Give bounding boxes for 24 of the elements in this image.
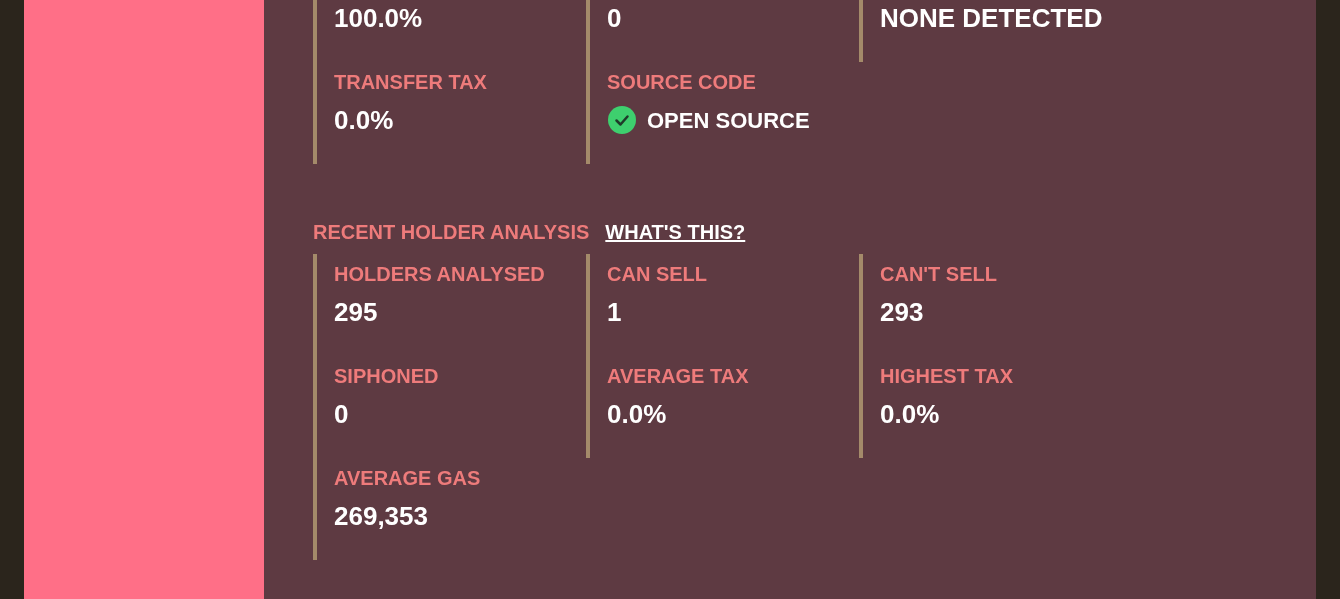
- stat-label: HIGHEST TAX: [880, 364, 1014, 388]
- stat-value: 0.0%: [880, 397, 940, 431]
- stat-value: 0: [334, 397, 349, 431]
- stat-label: CAN SELL: [607, 262, 708, 286]
- stat-value: 0.0%: [607, 397, 667, 431]
- stat-label: SIPHONED: [334, 364, 440, 388]
- stat-label: SOURCE CODE: [607, 70, 757, 94]
- stat-value: OPEN SOURCE: [647, 106, 810, 135]
- stat-value: 0.0%: [334, 103, 394, 137]
- stat-value: 293: [880, 295, 924, 329]
- stat-label: AVERAGE GAS: [334, 466, 482, 490]
- section-title: RECENT HOLDER ANALYSIS: [313, 220, 590, 245]
- stat-value: 1: [607, 295, 622, 329]
- help-link[interactable]: WHAT'S THIS?: [605, 217, 746, 247]
- check-circle-icon: [607, 105, 637, 135]
- stat-value: 100.0%: [334, 1, 423, 35]
- stat-value: NONE DETECTED: [880, 1, 1103, 35]
- stat-label: HOLDERS ANALYSED: [334, 262, 546, 286]
- stat-label: CAN'T SELL: [880, 262, 998, 286]
- stat-value: 295: [334, 295, 378, 329]
- stat-value: 269,353: [334, 499, 428, 533]
- stat-label: AVERAGE TAX: [607, 364, 750, 388]
- stat-value: 0: [607, 1, 622, 35]
- stat-label: TRANSFER TAX: [334, 70, 488, 94]
